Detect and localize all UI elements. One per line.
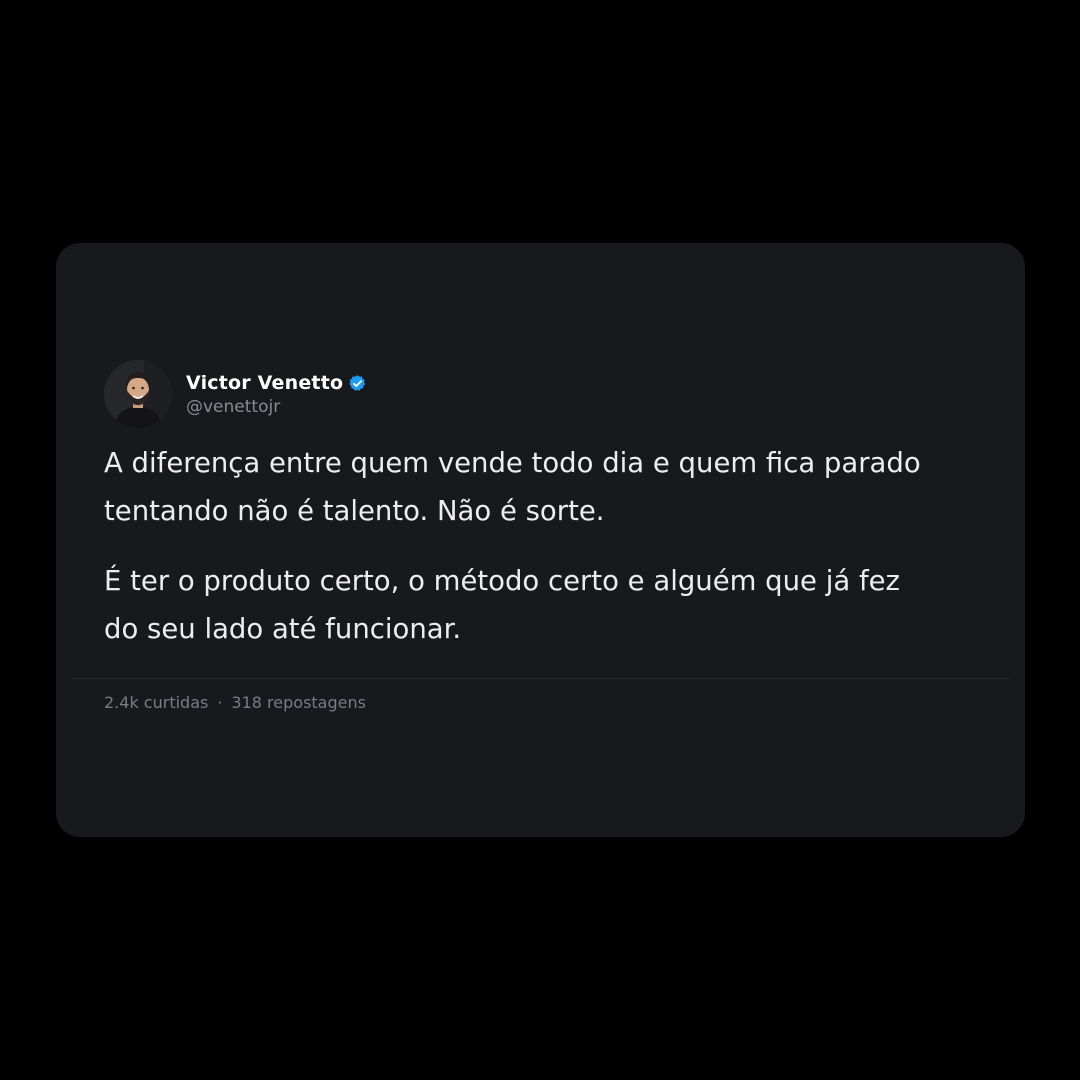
divider	[72, 678, 1009, 679]
post-paragraph: A diferença entre quem vende todo dia e …	[104, 447, 921, 527]
post-stats: 2.4k curtidas · 318 repostagens	[104, 693, 366, 712]
author-info: Victor Venetto @venettojr	[186, 371, 367, 417]
likes-count[interactable]: 2.4k curtidas	[104, 693, 208, 712]
post-paragraph: É ter o produto certo, o método certo e …	[104, 565, 900, 645]
post-author: Victor Venetto @venettojr	[104, 359, 367, 429]
author-name[interactable]: Victor Venetto	[186, 372, 343, 394]
stats-separator: ·	[217, 693, 223, 712]
author-handle[interactable]: @venettojr	[186, 397, 367, 417]
post-card: Victor Venetto @venettojr A diferença en…	[56, 243, 1025, 837]
post-text: A diferença entre quem vende todo dia e …	[104, 439, 924, 653]
avatar[interactable]	[104, 360, 172, 428]
verified-badge-icon	[348, 374, 367, 393]
reposts-count[interactable]: 318 repostagens	[231, 693, 366, 712]
author-name-row: Victor Venetto	[186, 371, 367, 395]
avatar-photo-icon	[104, 360, 172, 428]
